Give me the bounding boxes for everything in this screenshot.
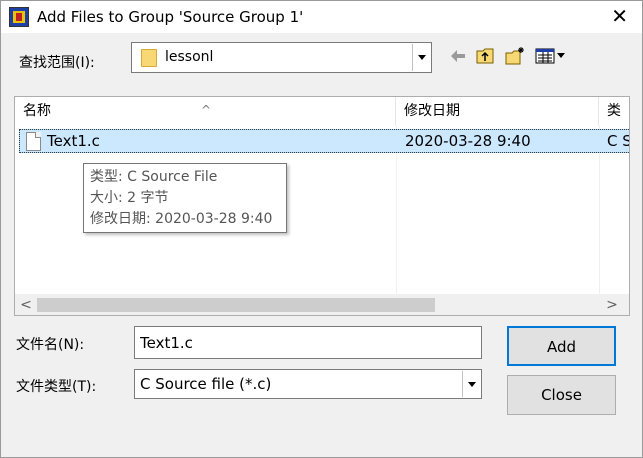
filetype-label: 文件类型(T): bbox=[16, 379, 97, 395]
file-tooltip: 类型: C Source File 大小: 2 字节 修改日期: 2020-03… bbox=[83, 163, 287, 233]
filetype-select[interactable]: C Source file (*.c) bbox=[134, 369, 482, 399]
back-icon[interactable] bbox=[448, 46, 470, 66]
add-files-dialog: Add Files to Group 'Source Group 1' ✕ 查找… bbox=[0, 0, 643, 458]
scroll-left-icon[interactable]: < bbox=[17, 296, 35, 314]
filename-label: 文件名(N): bbox=[16, 337, 85, 353]
filetype-dropdown-button[interactable] bbox=[462, 371, 480, 397]
add-button[interactable]: Add bbox=[507, 326, 616, 366]
chevron-down-icon bbox=[418, 55, 426, 60]
column-header-name[interactable]: 名称 ^ bbox=[15, 97, 396, 125]
column-header-name-label: 名称 bbox=[23, 103, 51, 119]
up-folder-icon[interactable] bbox=[475, 46, 497, 66]
filename-input[interactable] bbox=[134, 326, 482, 359]
horizontal-scrollbar[interactable]: < > bbox=[15, 294, 629, 315]
file-date-cell: 2020-03-28 9:40 bbox=[405, 132, 531, 150]
sort-ascending-icon: ^ bbox=[201, 103, 212, 117]
folder-icon bbox=[141, 49, 157, 67]
tooltip-size: 大小: 2 字节 bbox=[90, 190, 169, 206]
lookin-label: 查找范围(I): bbox=[19, 55, 95, 71]
tooltip-modified: 修改日期: 2020-03-28 9:40 bbox=[90, 211, 273, 227]
lookin-dropdown-button[interactable] bbox=[412, 44, 430, 71]
scrollbar-thumb[interactable] bbox=[37, 298, 435, 312]
view-menu-icon[interactable] bbox=[534, 46, 570, 66]
filetype-value: C Source file (*.c) bbox=[140, 375, 272, 393]
new-folder-icon[interactable] bbox=[504, 46, 526, 66]
scroll-right-icon[interactable]: > bbox=[603, 296, 621, 314]
title-bar: Add Files to Group 'Source Group 1' ✕ bbox=[1, 1, 642, 33]
app-icon bbox=[9, 7, 29, 27]
lookin-value: lessonl bbox=[165, 49, 214, 65]
chevron-down-icon bbox=[468, 382, 476, 387]
window-title: Add Files to Group 'Source Group 1' bbox=[37, 8, 304, 26]
lookin-combo[interactable]: lessonl bbox=[131, 42, 432, 73]
file-type-cell: C S bbox=[607, 132, 630, 150]
file-row[interactable]: Text1.c 2020-03-28 9:40 C S bbox=[19, 129, 630, 153]
file-icon bbox=[26, 132, 41, 151]
column-header-date[interactable]: 修改日期 bbox=[396, 97, 599, 125]
file-name-cell: Text1.c bbox=[47, 132, 100, 150]
close-button[interactable]: Close bbox=[507, 375, 616, 415]
close-window-icon[interactable]: ✕ bbox=[611, 4, 628, 28]
tooltip-type: 类型: C Source File bbox=[90, 169, 218, 185]
column-header-type[interactable]: 类 bbox=[599, 97, 629, 125]
